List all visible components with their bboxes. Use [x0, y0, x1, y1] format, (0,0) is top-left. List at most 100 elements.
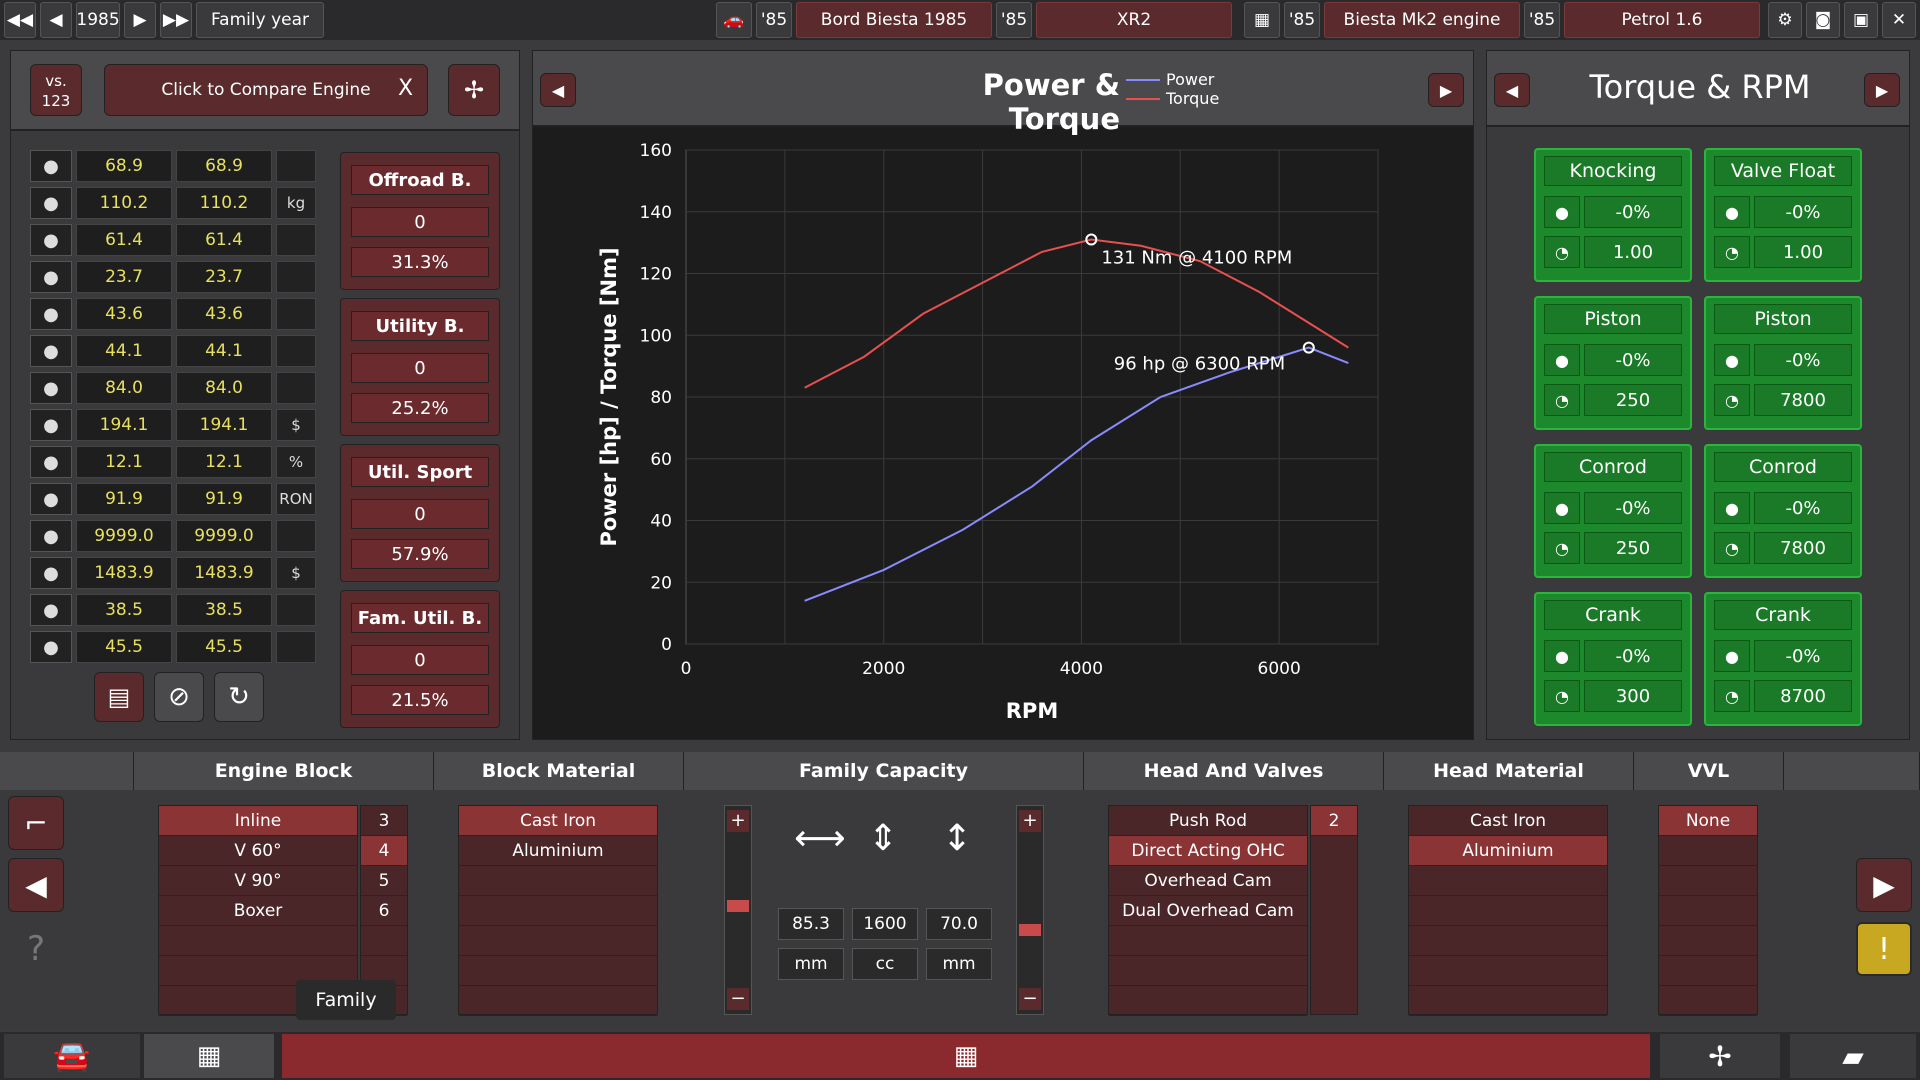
warning-icon[interactable]: !	[1856, 922, 1912, 976]
compare-engine-button[interactable]: Click to Compare Engine	[104, 64, 428, 116]
chart-legend: Power Torque	[1126, 70, 1219, 108]
stat-unit	[276, 298, 316, 330]
close-compare-button[interactable]: X	[398, 76, 413, 101]
skip-forward-button[interactable]: ▶▶	[160, 2, 192, 38]
gears-icon: ●	[30, 631, 72, 663]
stat-value-compare: 9999.0	[176, 520, 272, 552]
engine-parts-tab[interactable]: ✢	[1660, 1034, 1780, 1078]
disable-icon[interactable]: ⊘	[154, 672, 204, 722]
car-name-field[interactable]: Bord Biesta 1985	[796, 2, 992, 38]
stroke-piston-icon: ↕	[942, 818, 973, 859]
stat-unit: kg	[276, 187, 316, 219]
car-icon[interactable]: 🚗	[716, 2, 752, 38]
empty-slot	[1109, 926, 1307, 956]
bore-decrease-icon[interactable]: −	[727, 988, 749, 1010]
option-item[interactable]: V 90°	[159, 866, 357, 896]
card-title: Conrod	[1714, 452, 1852, 482]
gear-icon[interactable]: ⚙	[1768, 2, 1802, 38]
engine-name-field[interactable]: Biesta Mk2 engine	[1324, 2, 1520, 38]
option-item[interactable]: 4	[361, 836, 407, 866]
empty-slot	[1659, 926, 1757, 956]
option-item[interactable]: 3	[361, 806, 407, 836]
option-item[interactable]: Aluminium	[459, 836, 657, 866]
stat-row: ● 43.6 43.6	[30, 298, 316, 330]
empty-slot	[159, 926, 357, 956]
trim-year: '85	[996, 2, 1032, 38]
option-item[interactable]: V 60°	[159, 836, 357, 866]
option-item[interactable]: 6	[361, 896, 407, 926]
body-type-title: Offroad B.	[351, 165, 489, 195]
car-design-tab[interactable]: 🚘	[4, 1034, 140, 1078]
bottom-blank-header-right	[1784, 752, 1920, 790]
option-item[interactable]: Push Rod	[1109, 806, 1307, 836]
valve-count-value[interactable]: 2	[1311, 806, 1357, 836]
option-item[interactable]: None	[1659, 806, 1757, 836]
bore-slider-handle[interactable]	[727, 900, 749, 912]
card-limit: 250	[1584, 384, 1682, 416]
stroke-increase-icon[interactable]: +	[1019, 810, 1041, 832]
torque-prev-button[interactable]: ◀	[1494, 73, 1530, 107]
reset-icon[interactable]: ↻	[214, 672, 264, 722]
bore-increase-icon[interactable]: +	[727, 810, 749, 832]
option-item[interactable]: Cast Iron	[459, 806, 657, 836]
graph-view-button[interactable]: ⌐	[8, 796, 64, 850]
stroke-decrease-icon[interactable]: −	[1019, 988, 1041, 1010]
head-valves-header: Head And Valves	[1084, 752, 1384, 790]
trim-name-field[interactable]: XR2	[1036, 2, 1232, 38]
card-limit: 8700	[1754, 680, 1852, 712]
back-button[interactable]: ◀	[8, 858, 64, 912]
body-score-group: Util. Sport 0 57.9%	[340, 444, 500, 582]
report-icon[interactable]: ▤	[94, 672, 144, 722]
camera-icon[interactable]: ◙	[1806, 2, 1840, 38]
skip-back-button[interactable]: ◀◀	[4, 2, 36, 38]
empty-slot	[1659, 896, 1757, 926]
car-body-tab[interactable]: ▰	[1790, 1034, 1916, 1078]
stat-value-current: 61.4	[76, 224, 172, 256]
chart-prev-button[interactable]: ◀	[540, 73, 576, 107]
body-score-value: 0	[351, 353, 489, 383]
save-icon[interactable]: ▣	[1844, 2, 1878, 38]
torque-next-button[interactable]: ▶	[1864, 73, 1900, 107]
prev-year-button[interactable]: ◀	[40, 2, 72, 38]
stat-row: ● 38.5 38.5	[30, 594, 316, 626]
forward-button[interactable]: ▶	[1856, 858, 1912, 912]
engine-family-tab[interactable]: ▦	[144, 1034, 274, 1078]
option-item[interactable]: Inline	[159, 806, 357, 836]
engine-icon: ●	[1714, 344, 1750, 376]
option-item[interactable]: Dual Overhead Cam	[1109, 896, 1307, 926]
stroke-slider-handle[interactable]	[1019, 924, 1041, 936]
engine-parts-icon[interactable]: ✢	[448, 64, 500, 116]
bore-slider[interactable]: + −	[724, 805, 752, 1015]
chart-next-button[interactable]: ▶	[1428, 73, 1464, 107]
option-item[interactable]: Overhead Cam	[1109, 866, 1307, 896]
head-material-header: Head Material	[1384, 752, 1634, 790]
stat-unit	[276, 594, 316, 626]
option-item[interactable]: Cast Iron	[1409, 806, 1607, 836]
option-item[interactable]: Aluminium	[1409, 836, 1607, 866]
engine-icon[interactable]: ▦	[1244, 2, 1280, 38]
option-item[interactable]: 5	[361, 866, 407, 896]
empty-slot	[1409, 866, 1607, 896]
stat-unit	[276, 372, 316, 404]
stat-value-compare: 23.7	[176, 261, 272, 293]
x-axis-label: RPM	[1006, 699, 1058, 723]
vs-compare-button[interactable]: vs. 123	[30, 64, 82, 116]
x-tick-label: 4000	[1060, 659, 1103, 679]
chart-title: Power & Torque	[982, 68, 1120, 136]
legend-torque-label: Torque	[1166, 89, 1220, 108]
stroke-slider[interactable]: + −	[1016, 805, 1044, 1015]
option-item[interactable]: Boxer	[159, 896, 357, 926]
y-tick-label: 40	[650, 512, 672, 532]
stat-value-current: 38.5	[76, 594, 172, 626]
engine-variant-tab[interactable]: ▦	[282, 1034, 1650, 1078]
option-item[interactable]: Direct Acting OHC	[1109, 836, 1307, 866]
empty-slot	[1409, 986, 1607, 1016]
card-limit: 300	[1584, 680, 1682, 712]
help-icon[interactable]: ?	[8, 922, 64, 976]
vvl-header: VVL	[1634, 752, 1784, 790]
close-icon[interactable]: ✕	[1882, 2, 1916, 38]
year-field[interactable]: 1985	[76, 2, 120, 38]
variant-name-field[interactable]: Petrol 1.6	[1564, 2, 1760, 38]
stroke-unit: mm	[926, 948, 992, 980]
next-year-button[interactable]: ▶	[124, 2, 156, 38]
